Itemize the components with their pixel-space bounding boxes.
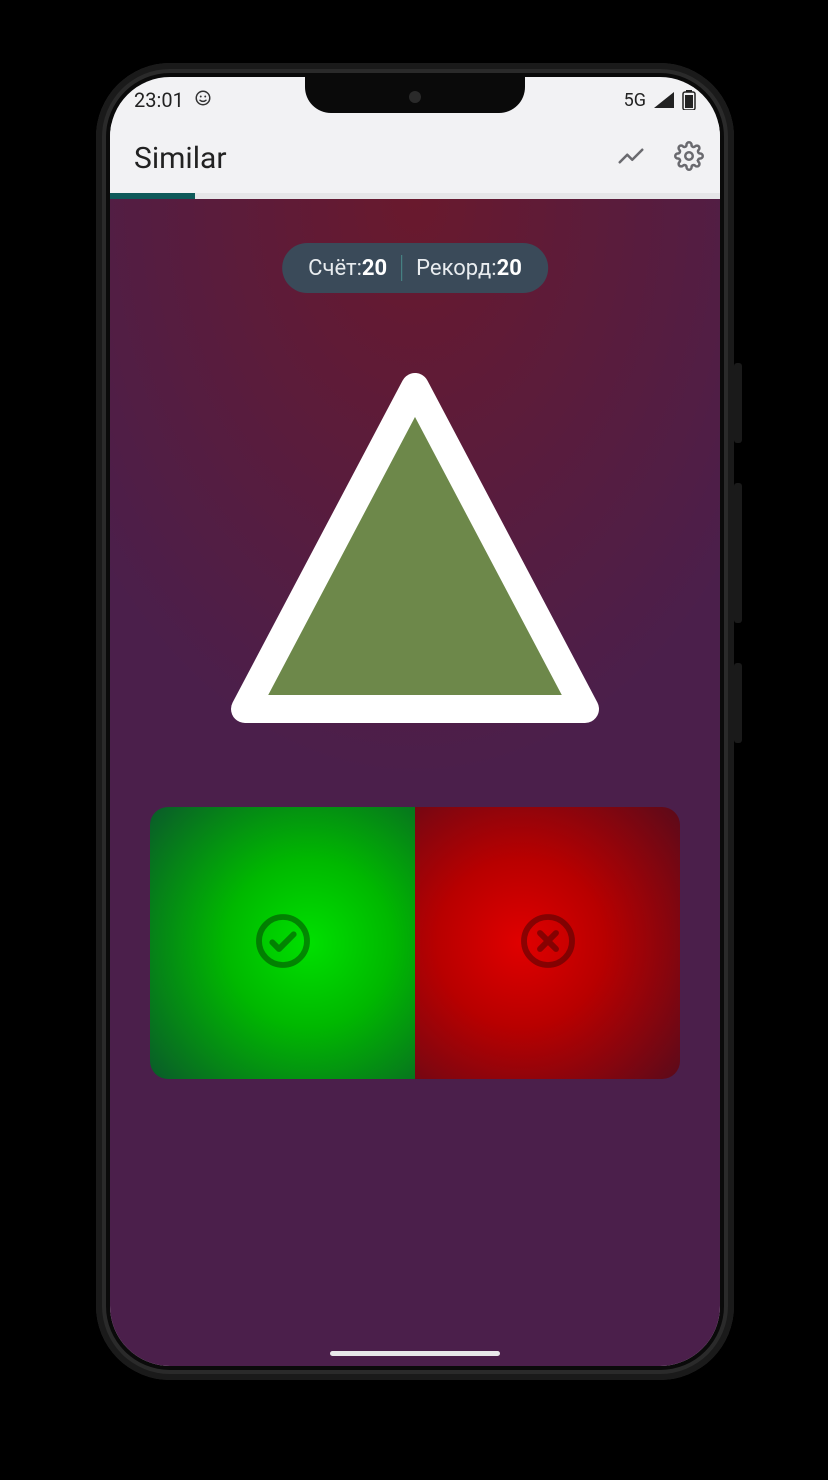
side-button	[734, 663, 742, 743]
clock-text: 23:01	[134, 88, 184, 112]
score-value: 20	[362, 256, 387, 281]
score-label: Счёт:	[308, 256, 362, 281]
screen: 23:01 5G Similar	[110, 77, 720, 1366]
score-separator	[401, 255, 402, 281]
app-title: Similar	[134, 141, 227, 176]
play-area: Счёт: 20 Рекорд: 20	[110, 199, 720, 1366]
status-left: 23:01	[134, 88, 212, 112]
notch	[305, 77, 525, 113]
gear-icon[interactable]	[674, 141, 704, 175]
app-bar-actions	[616, 141, 704, 175]
app-badge-icon	[194, 88, 212, 112]
signal-icon	[654, 92, 674, 108]
battery-icon	[682, 90, 696, 110]
no-button[interactable]	[415, 807, 680, 1079]
close-icon	[516, 909, 580, 977]
record-label: Рекорд:	[416, 256, 496, 281]
home-indicator[interactable]	[330, 1351, 500, 1356]
stats-icon[interactable]	[616, 141, 646, 175]
check-icon	[251, 909, 315, 977]
answer-buttons	[150, 807, 680, 1079]
record-value: 20	[497, 256, 522, 281]
side-button	[734, 483, 742, 623]
triangle-icon	[245, 387, 585, 709]
network-label: 5G	[624, 90, 646, 111]
game-shape	[225, 369, 605, 729]
score-pill: Счёт: 20 Рекорд: 20	[282, 243, 548, 293]
status-right: 5G	[624, 90, 696, 111]
app-bar: Similar	[110, 123, 720, 193]
side-button	[734, 363, 742, 443]
yes-button[interactable]	[150, 807, 415, 1079]
phone-frame: 23:01 5G Similar	[96, 63, 734, 1380]
